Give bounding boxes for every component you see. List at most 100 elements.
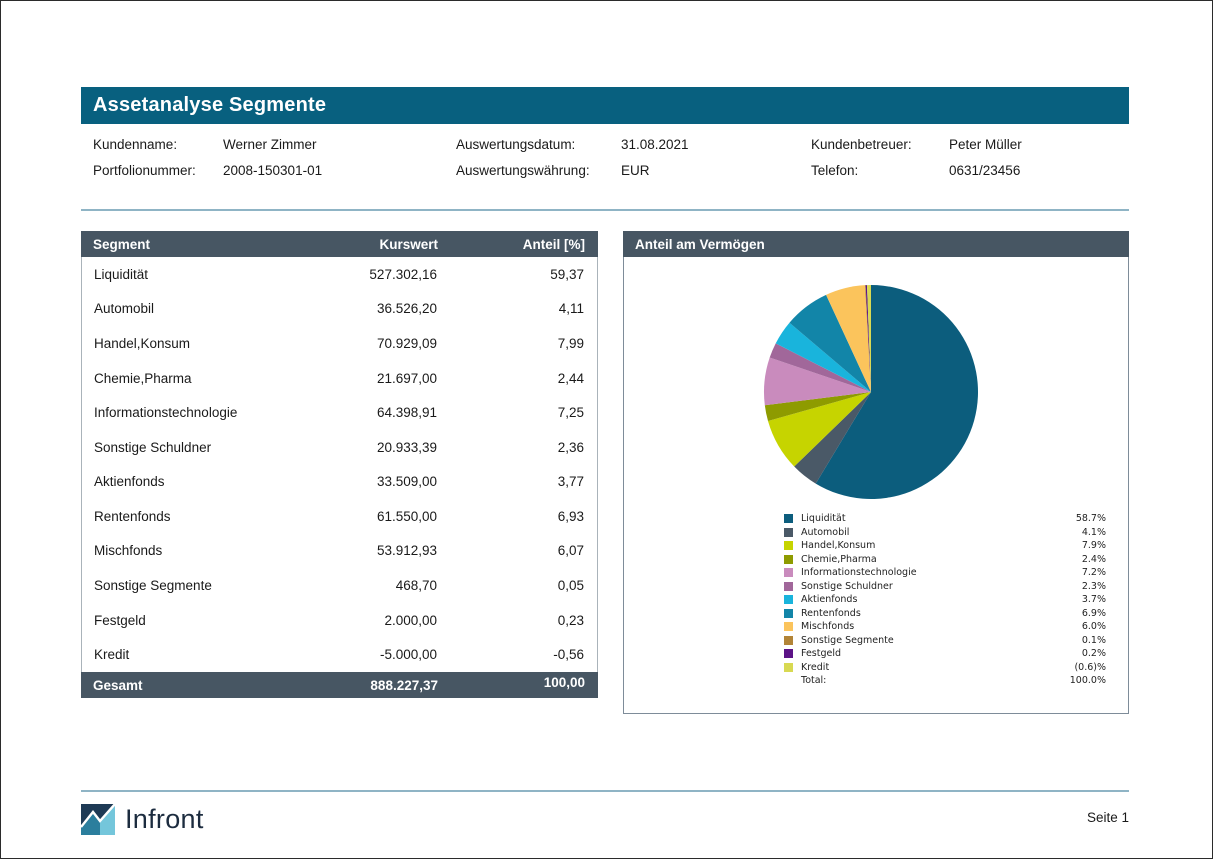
legend-swatch bbox=[784, 649, 793, 658]
phone-label: Telefon: bbox=[811, 163, 858, 178]
legend-percent: 7.9% bbox=[1046, 540, 1106, 551]
portfolio-number-label: Portfolionummer: bbox=[93, 163, 196, 178]
table-cell: Chemie,Pharma bbox=[82, 371, 257, 386]
legend-percent: 100.0% bbox=[1046, 675, 1106, 686]
legend-label: Liquidität bbox=[801, 513, 1046, 524]
chart-panel: Liquidität58.7%Automobil4.1%Handel,Konsu… bbox=[623, 257, 1129, 714]
table-row: Handel,Konsum70.929,097,99 bbox=[82, 326, 597, 361]
header-divider bbox=[81, 209, 1129, 211]
table-row: Sonstige Schuldner20.933,392,36 bbox=[82, 430, 597, 465]
legend-swatch bbox=[784, 514, 793, 523]
legend-label: Handel,Konsum bbox=[801, 540, 1046, 551]
table-cell: 527.302,16 bbox=[257, 267, 437, 282]
legend-swatch bbox=[784, 555, 793, 564]
legend-label: Total: bbox=[801, 675, 1046, 686]
valuation-date-label: Auswertungsdatum: bbox=[456, 137, 575, 152]
table-row: Festgeld2.000,000,23 bbox=[82, 603, 597, 638]
table-cell: 6,07 bbox=[437, 543, 597, 558]
legend-row: Mischfonds6.0% bbox=[784, 620, 1106, 634]
legend-swatch bbox=[784, 595, 793, 604]
valuation-currency-value: EUR bbox=[621, 163, 650, 178]
footer-divider bbox=[81, 790, 1129, 792]
table-cell: 2.000,00 bbox=[257, 613, 437, 628]
legend-swatch bbox=[784, 636, 793, 645]
table-cell: Aktienfonds bbox=[82, 474, 257, 489]
legend-row: Rentenfonds6.9% bbox=[784, 607, 1106, 621]
legend-percent: 6.9% bbox=[1046, 608, 1106, 619]
table-row: Chemie,Pharma21.697,002,44 bbox=[82, 361, 597, 396]
brand-name: Infront bbox=[125, 804, 204, 835]
legend-label: Sonstige Segmente bbox=[801, 635, 1046, 646]
table-row: Liquidität527.302,1659,37 bbox=[82, 257, 597, 292]
info-row-1: Kundenname: Werner Zimmer Auswertungsdat… bbox=[81, 137, 1129, 157]
pie-legend: Liquidität58.7%Automobil4.1%Handel,Konsu… bbox=[784, 512, 1106, 688]
table-cell: 36.526,20 bbox=[257, 301, 437, 316]
legend-percent: 4.1% bbox=[1046, 527, 1106, 538]
legend-swatch bbox=[784, 541, 793, 550]
legend-row: Sonstige Schuldner2.3% bbox=[784, 580, 1106, 594]
table-row: Mischfonds53.912,936,07 bbox=[82, 534, 597, 569]
legend-percent: (0.6)% bbox=[1046, 662, 1106, 673]
table-cell: 0,05 bbox=[437, 578, 597, 593]
total-anteil: 100,00 bbox=[438, 675, 598, 690]
legend-label: Automobil bbox=[801, 527, 1046, 538]
customer-name-label: Kundenname: bbox=[93, 137, 177, 152]
legend-label: Kredit bbox=[801, 662, 1046, 673]
table-cell: Liquidität bbox=[82, 267, 257, 282]
table-cell: 3,77 bbox=[437, 474, 597, 489]
legend-swatch bbox=[784, 582, 793, 591]
col-header-segment: Segment bbox=[81, 237, 258, 252]
chart-panel-title: Anteil am Vermögen bbox=[623, 231, 1129, 257]
table-cell: 7,99 bbox=[437, 336, 597, 351]
phone-value: 0631/23456 bbox=[949, 163, 1020, 178]
legend-percent: 0.1% bbox=[1046, 635, 1106, 646]
legend-percent: 2.3% bbox=[1046, 581, 1106, 592]
table-cell: 64.398,91 bbox=[257, 405, 437, 420]
customer-name-value: Werner Zimmer bbox=[223, 137, 317, 152]
legend-label: Sonstige Schuldner bbox=[801, 581, 1046, 592]
legend-label: Informationstechnologie bbox=[801, 567, 1046, 578]
table-cell: Handel,Konsum bbox=[82, 336, 257, 351]
legend-percent: 7.2% bbox=[1046, 567, 1106, 578]
table-cell: Sonstige Segmente bbox=[82, 578, 257, 593]
total-label: Gesamt bbox=[81, 678, 258, 693]
legend-percent: 3.7% bbox=[1046, 594, 1106, 605]
advisor-label: Kundenbetreuer: bbox=[811, 137, 912, 152]
legend-label: Rentenfonds bbox=[801, 608, 1046, 619]
legend-row: Chemie,Pharma2.4% bbox=[784, 553, 1106, 567]
legend-label: Festgeld bbox=[801, 648, 1046, 659]
table-cell: 2,44 bbox=[437, 371, 597, 386]
legend-row: Informationstechnologie7.2% bbox=[784, 566, 1106, 580]
segments-table-header: Segment Kurswert Anteil [%] bbox=[81, 231, 598, 257]
table-cell: Sonstige Schuldner bbox=[82, 440, 257, 455]
table-cell: 4,11 bbox=[437, 301, 597, 316]
legend-row: Kredit(0.6)% bbox=[784, 661, 1106, 675]
legend-swatch bbox=[784, 609, 793, 618]
legend-percent: 58.7% bbox=[1046, 513, 1106, 524]
total-kurswert: 888.227,37 bbox=[258, 678, 438, 693]
table-cell: 61.550,00 bbox=[257, 509, 437, 524]
table-row: Kredit-5.000,00-0,56 bbox=[82, 637, 597, 672]
infront-logo-icon bbox=[81, 804, 115, 835]
brand: Infront bbox=[81, 802, 204, 836]
legend-label: Aktienfonds bbox=[801, 594, 1046, 605]
table-cell: 33.509,00 bbox=[257, 474, 437, 489]
table-row: Informationstechnologie64.398,917,25 bbox=[82, 395, 597, 430]
legend-row: Handel,Konsum7.9% bbox=[784, 539, 1106, 553]
table-cell: Mischfonds bbox=[82, 543, 257, 558]
table-row: Aktienfonds33.509,003,77 bbox=[82, 464, 597, 499]
table-cell: Automobil bbox=[82, 301, 257, 316]
table-cell: Informationstechnologie bbox=[82, 405, 257, 420]
table-cell: Rentenfonds bbox=[82, 509, 257, 524]
legend-label: Chemie,Pharma bbox=[801, 554, 1046, 565]
table-cell: 70.929,09 bbox=[257, 336, 437, 351]
legend-row: Festgeld0.2% bbox=[784, 647, 1106, 661]
page-title: Assetanalyse Segmente bbox=[81, 87, 1129, 124]
table-row: Rentenfonds61.550,006,93 bbox=[82, 499, 597, 534]
legend-swatch bbox=[784, 568, 793, 577]
legend-row: Automobil4.1% bbox=[784, 526, 1106, 540]
legend-percent: 0.2% bbox=[1046, 648, 1106, 659]
legend-label: Mischfonds bbox=[801, 621, 1046, 632]
legend-row: Liquidität58.7% bbox=[784, 512, 1106, 526]
table-cell: 21.697,00 bbox=[257, 371, 437, 386]
